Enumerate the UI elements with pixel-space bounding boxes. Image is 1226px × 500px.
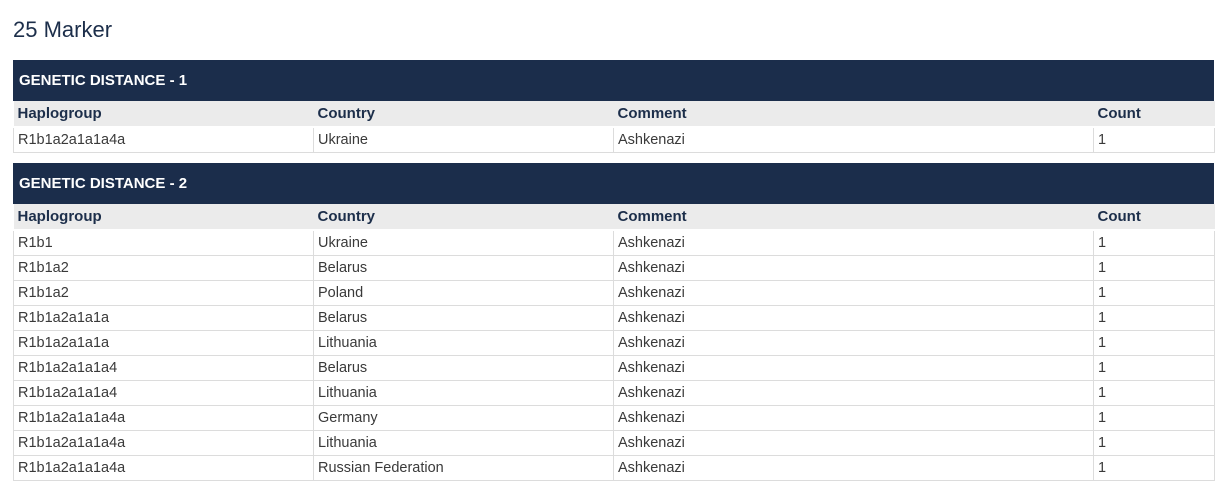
cell-haplogroup: R1b1a2a1a1a4a <box>13 405 314 431</box>
cell-haplogroup: R1b1a2a1a1a4a <box>13 430 314 456</box>
page: 25 Marker GENETIC DISTANCE - 1 Haplogrou… <box>0 0 1226 500</box>
cell-count: 1 <box>1093 126 1215 153</box>
cell-haplogroup: R1b1a2a1a1a4a <box>13 455 314 481</box>
column-header-country: Country <box>313 101 614 128</box>
cell-comment: Ashkenazi <box>613 355 1094 381</box>
cell-country: Belarus <box>313 305 614 331</box>
table-header-row: Haplogroup Country Comment Count <box>13 101 1215 128</box>
section-header: GENETIC DISTANCE - 2 <box>13 163 1214 204</box>
results-table: Haplogroup Country Comment Count R1b1 Uk… <box>13 204 1215 481</box>
table-row: R1b1a2a1a1a4a Ukraine Ashkenazi 1 <box>13 126 1215 153</box>
cell-haplogroup: R1b1a2a1a1a <box>13 330 314 356</box>
cell-count: 1 <box>1093 280 1215 306</box>
table-row: R1b1a2a1a1a4 Lithuania Ashkenazi 1 <box>13 380 1215 406</box>
table-row: R1b1a2a1a1a4a Lithuania Ashkenazi 1 <box>13 430 1215 456</box>
column-header-comment: Comment <box>613 204 1094 231</box>
column-header-count: Count <box>1093 101 1215 128</box>
cell-haplogroup: R1b1a2a1a1a4 <box>13 380 314 406</box>
cell-comment: Ashkenazi <box>613 330 1094 356</box>
cell-country: Belarus <box>313 255 614 281</box>
cell-country: Poland <box>313 280 614 306</box>
table-header-row: Haplogroup Country Comment Count <box>13 204 1215 231</box>
cell-comment: Ashkenazi <box>613 455 1094 481</box>
column-header-haplogroup: Haplogroup <box>13 204 314 231</box>
cell-count: 1 <box>1093 355 1215 381</box>
cell-country: Ukraine <box>313 126 614 153</box>
cell-country: Ukraine <box>313 229 614 256</box>
table-row: R1b1a2a1a1a Belarus Ashkenazi 1 <box>13 305 1215 331</box>
cell-comment: Ashkenazi <box>613 126 1094 153</box>
cell-country: Lithuania <box>313 380 614 406</box>
table-row: R1b1a2a1a1a4a Germany Ashkenazi 1 <box>13 405 1215 431</box>
cell-count: 1 <box>1093 305 1215 331</box>
cell-count: 1 <box>1093 330 1215 356</box>
table-row: R1b1a2 Belarus Ashkenazi 1 <box>13 255 1215 281</box>
cell-haplogroup: R1b1a2a1a1a4a <box>13 126 314 153</box>
cell-comment: Ashkenazi <box>613 305 1094 331</box>
cell-comment: Ashkenazi <box>613 280 1094 306</box>
cell-count: 1 <box>1093 430 1215 456</box>
results-table: Haplogroup Country Comment Count R1b1a2a… <box>13 101 1215 153</box>
table-row: R1b1 Ukraine Ashkenazi 1 <box>13 229 1215 256</box>
cell-comment: Ashkenazi <box>613 405 1094 431</box>
cell-country: Belarus <box>313 355 614 381</box>
cell-count: 1 <box>1093 405 1215 431</box>
cell-country: Lithuania <box>313 430 614 456</box>
cell-country: Russian Federation <box>313 455 614 481</box>
cell-haplogroup: R1b1a2a1a1a4 <box>13 355 314 381</box>
cell-comment: Ashkenazi <box>613 430 1094 456</box>
cell-count: 1 <box>1093 380 1215 406</box>
genetic-distance-section: GENETIC DISTANCE - 1 Haplogroup Country … <box>13 60 1215 153</box>
cell-haplogroup: R1b1a2 <box>13 280 314 306</box>
cell-haplogroup: R1b1a2a1a1a <box>13 305 314 331</box>
cell-country: Lithuania <box>313 330 614 356</box>
cell-count: 1 <box>1093 455 1215 481</box>
cell-haplogroup: R1b1a2 <box>13 255 314 281</box>
column-header-country: Country <box>313 204 614 231</box>
page-title: 25 Marker <box>13 17 113 42</box>
cell-comment: Ashkenazi <box>613 255 1094 281</box>
table-row: R1b1a2 Poland Ashkenazi 1 <box>13 280 1215 306</box>
column-header-comment: Comment <box>613 101 1094 128</box>
genetic-distance-section: GENETIC DISTANCE - 2 Haplogroup Country … <box>13 163 1215 481</box>
column-header-count: Count <box>1093 204 1215 231</box>
table-row: R1b1a2a1a1a4a Russian Federation Ashkena… <box>13 455 1215 481</box>
table-row: R1b1a2a1a1a Lithuania Ashkenazi 1 <box>13 330 1215 356</box>
cell-count: 1 <box>1093 255 1215 281</box>
table-row: R1b1a2a1a1a4 Belarus Ashkenazi 1 <box>13 355 1215 381</box>
cell-comment: Ashkenazi <box>613 229 1094 256</box>
cell-count: 1 <box>1093 229 1215 256</box>
cell-haplogroup: R1b1 <box>13 229 314 256</box>
section-header: GENETIC DISTANCE - 1 <box>13 60 1214 101</box>
column-header-haplogroup: Haplogroup <box>13 101 314 128</box>
cell-comment: Ashkenazi <box>613 380 1094 406</box>
cell-country: Germany <box>313 405 614 431</box>
